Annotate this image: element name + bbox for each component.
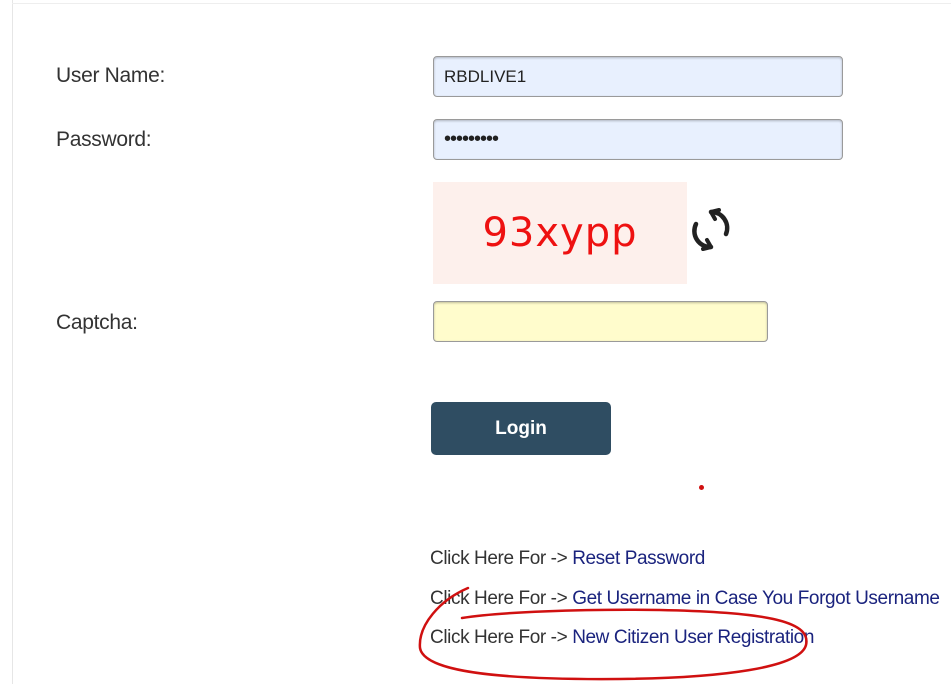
login-page: User Name: Password: 93xypp Captcha: Log… bbox=[0, 0, 951, 684]
top-border bbox=[12, 3, 951, 4]
password-label: Password: bbox=[56, 128, 152, 151]
username-label: User Name: bbox=[56, 64, 166, 87]
annotation-circle bbox=[418, 586, 808, 681]
login-button[interactable]: Login bbox=[431, 402, 611, 455]
new-registration-row: Click Here For -> New Citizen User Regis… bbox=[430, 627, 814, 649]
new-citizen-registration-link[interactable]: New Citizen User Registration bbox=[572, 627, 814, 648]
reset-password-row: Click Here For -> Reset Password bbox=[430, 548, 705, 570]
link-prefix: Click Here For -> bbox=[430, 588, 573, 609]
username-field[interactable] bbox=[433, 56, 843, 97]
password-field[interactable] bbox=[433, 119, 843, 160]
refresh-icon[interactable] bbox=[688, 204, 734, 254]
link-prefix: Click Here For -> bbox=[430, 627, 573, 648]
forgot-username-link[interactable]: Get Username in Case You Forgot Username bbox=[572, 588, 940, 609]
reset-password-link[interactable]: Reset Password bbox=[572, 548, 705, 569]
left-border bbox=[12, 0, 13, 684]
captcha-label: Captcha: bbox=[56, 311, 138, 334]
captcha-image-text: 93xypp bbox=[482, 210, 638, 256]
captcha-image: 93xypp bbox=[433, 182, 687, 284]
captcha-field[interactable] bbox=[433, 301, 768, 342]
forgot-username-row: Click Here For -> Get Username in Case Y… bbox=[430, 588, 940, 610]
annotation-dot bbox=[699, 485, 704, 490]
link-prefix: Click Here For -> bbox=[430, 548, 573, 569]
